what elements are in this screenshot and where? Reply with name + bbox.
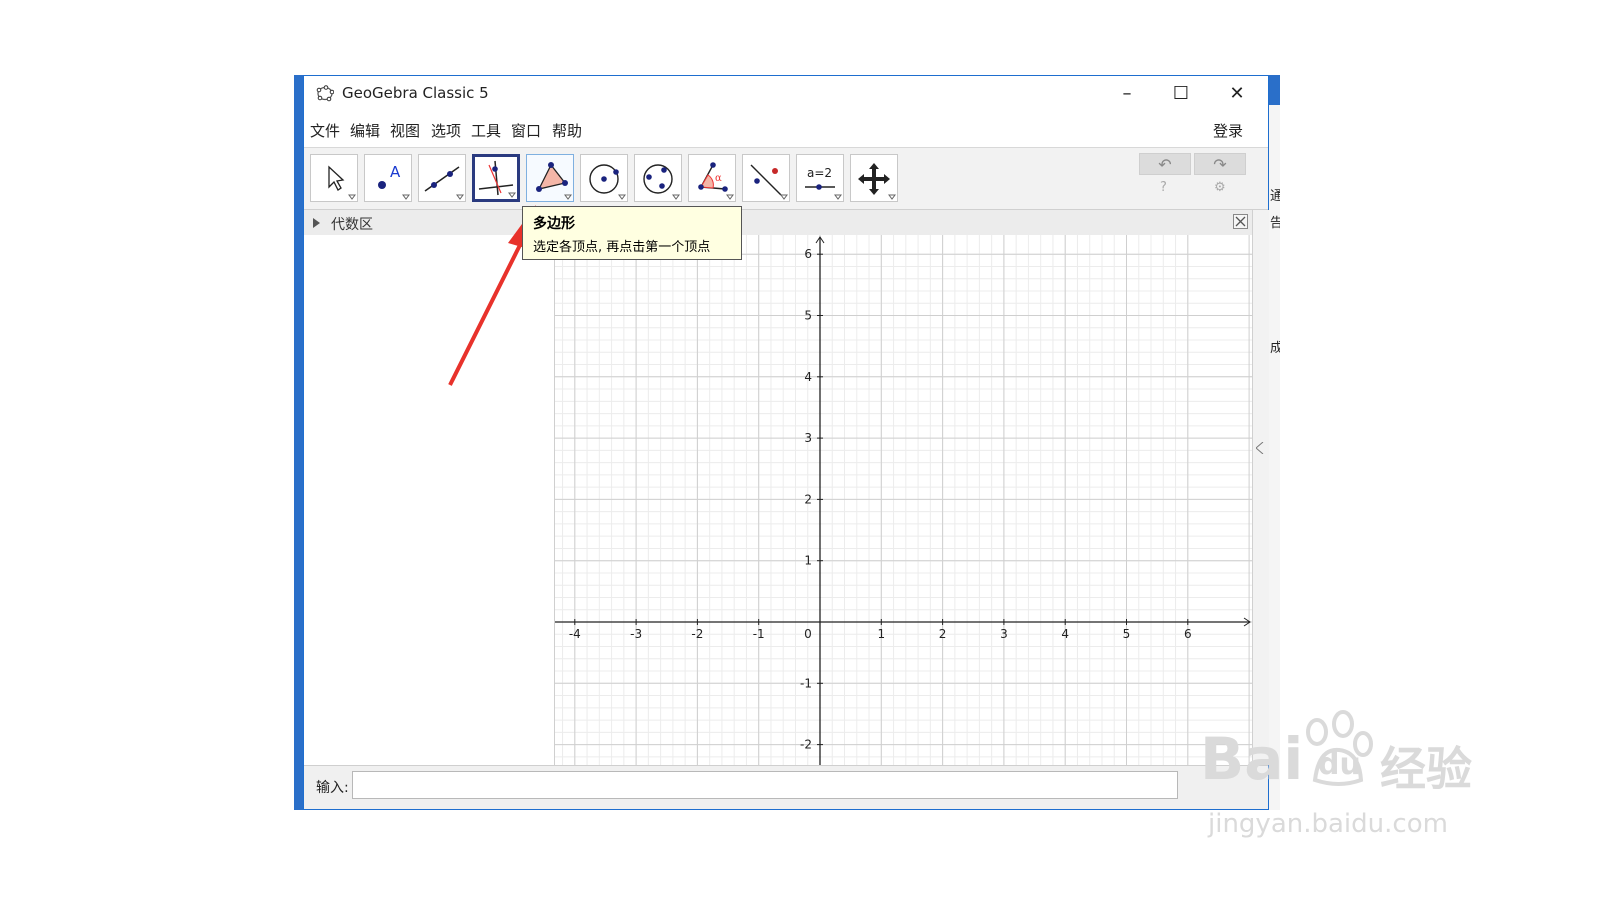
tool-tooltip: 多边形 选定各顶点, 再点击第一个顶点 xyxy=(522,206,742,260)
slider-icon: a=2 xyxy=(805,166,842,200)
menu-file[interactable]: 文件 xyxy=(310,120,340,141)
expand-triangle-icon[interactable] xyxy=(313,218,321,228)
angle-tool-button[interactable]: α xyxy=(688,154,736,202)
y-tick-label: -2 xyxy=(800,738,812,752)
menu-tools[interactable]: 工具 xyxy=(471,120,501,141)
background-glyph: 通 xyxy=(1270,189,1280,204)
menu-help[interactable]: 帮助 xyxy=(552,120,582,141)
undo-button[interactable]: ↶ xyxy=(1139,153,1191,175)
redo-button[interactable]: ↷ xyxy=(1194,153,1246,175)
tooltip-title: 多边形 xyxy=(533,216,575,232)
settings-icon[interactable]: ⚙ xyxy=(1214,180,1226,195)
angle-icon: α xyxy=(698,162,734,200)
title-bar: GeoGebra Classic 5 – ☐ ✕ xyxy=(304,76,1268,111)
graphics-view[interactable]: -4 -3 -2 -1 0 1 2 3 4 5 6 6 5 4 3 2 1 -1 -2 xyxy=(555,235,1252,765)
circle-tool-button[interactable] xyxy=(580,154,628,202)
x-tick-label: 6 xyxy=(1184,627,1192,641)
y-tick-label: 2 xyxy=(804,492,812,506)
help-icon[interactable]: ? xyxy=(1160,180,1167,195)
slider-tool-button[interactable]: a=2 xyxy=(796,154,844,202)
tooltip-description: 选定各顶点, 再点击第一个顶点 xyxy=(533,240,711,255)
menu-view[interactable]: 视图 xyxy=(390,120,420,141)
menu-edit[interactable]: 编辑 xyxy=(350,120,380,141)
x-tick-label: 5 xyxy=(1123,627,1131,641)
watermark-brand: Bai xyxy=(1200,725,1304,793)
x-tick-label: 1 xyxy=(877,627,885,641)
window-title: GeoGebra Classic 5 xyxy=(342,84,489,102)
x-tick-label: 2 xyxy=(939,627,947,641)
y-tick-label: -1 xyxy=(800,676,812,690)
input-field[interactable] xyxy=(352,771,1178,799)
move-graphics-view-tool-button[interactable] xyxy=(850,154,898,202)
x-tick-label: -1 xyxy=(753,627,765,641)
x-tick-label: -2 xyxy=(691,627,703,641)
menu-options[interactable]: 选项 xyxy=(431,120,461,141)
circle-center-point-icon xyxy=(589,164,626,200)
move-view-icon xyxy=(858,163,896,200)
background-glyph: 告 xyxy=(1270,216,1280,231)
baidu-watermark: Bai du 经验 jingyan.baidu.com xyxy=(1180,705,1500,855)
login-link[interactable]: 登录 xyxy=(1213,120,1243,141)
watermark-brand-du: du xyxy=(1318,747,1361,782)
reflect-tool-button[interactable] xyxy=(742,154,790,202)
point-icon: A xyxy=(378,163,410,200)
x-tick-label: 0 xyxy=(804,627,812,641)
sidebar-collapse-strip[interactable] xyxy=(1252,210,1269,765)
point-tool-button[interactable]: A xyxy=(364,154,412,202)
y-tick-label: 6 xyxy=(804,247,812,261)
input-label: 输入: xyxy=(316,780,349,796)
reflect-icon xyxy=(750,164,788,200)
perpendicular-icon xyxy=(478,160,516,198)
background-glyph: 成 xyxy=(1270,341,1280,356)
maximize-button[interactable]: ☐ xyxy=(1158,76,1204,111)
menu-window[interactable]: 窗口 xyxy=(511,120,541,141)
y-tick-label: 3 xyxy=(804,431,812,445)
watermark-url: jingyan.baidu.com xyxy=(1208,809,1448,839)
svg-text:α: α xyxy=(715,173,722,184)
x-tick-label: 3 xyxy=(1000,627,1008,641)
svg-text:A: A xyxy=(390,163,401,181)
input-bar: 输入: xyxy=(304,765,1268,806)
close-button[interactable]: ✕ xyxy=(1214,76,1260,111)
close-view-icon[interactable] xyxy=(1233,214,1248,229)
menu-bar: 文件 编辑 视图 选项 工具 窗口 帮助 登录 xyxy=(304,111,1268,147)
collapse-arrow-icon[interactable] xyxy=(1256,442,1264,454)
algebra-view-title: 代数区 xyxy=(331,217,373,233)
y-tick-label: 5 xyxy=(804,309,812,323)
watermark-cn: 经验 xyxy=(1380,742,1472,796)
move-tool-button[interactable] xyxy=(310,154,358,202)
x-tick-label: 4 xyxy=(1061,627,1069,641)
background-window-titlebar xyxy=(1268,75,1280,105)
x-tick-label: -3 xyxy=(630,627,642,641)
slider-icon-label: a=2 xyxy=(807,166,832,180)
y-tick-label: 1 xyxy=(804,554,812,568)
geogebra-logo-icon xyxy=(316,85,334,102)
geogebra-window: GeoGebra Classic 5 – ☐ ✕ 文件 编辑 视图 选项 工具 … xyxy=(303,75,1269,810)
minimize-button[interactable]: – xyxy=(1104,76,1150,111)
ellipse-icon xyxy=(643,164,680,200)
ellipse-tool-button[interactable] xyxy=(634,154,682,202)
pointer-icon xyxy=(328,165,356,200)
x-tick-label: -4 xyxy=(569,627,581,641)
background-window-edge: 通 告 成 xyxy=(1268,75,1280,810)
coordinate-grid[interactable]: -4 -3 -2 -1 0 1 2 3 4 5 6 6 5 4 3 2 1 -1 -2 xyxy=(555,235,1252,765)
y-tick-label: 4 xyxy=(804,370,812,384)
